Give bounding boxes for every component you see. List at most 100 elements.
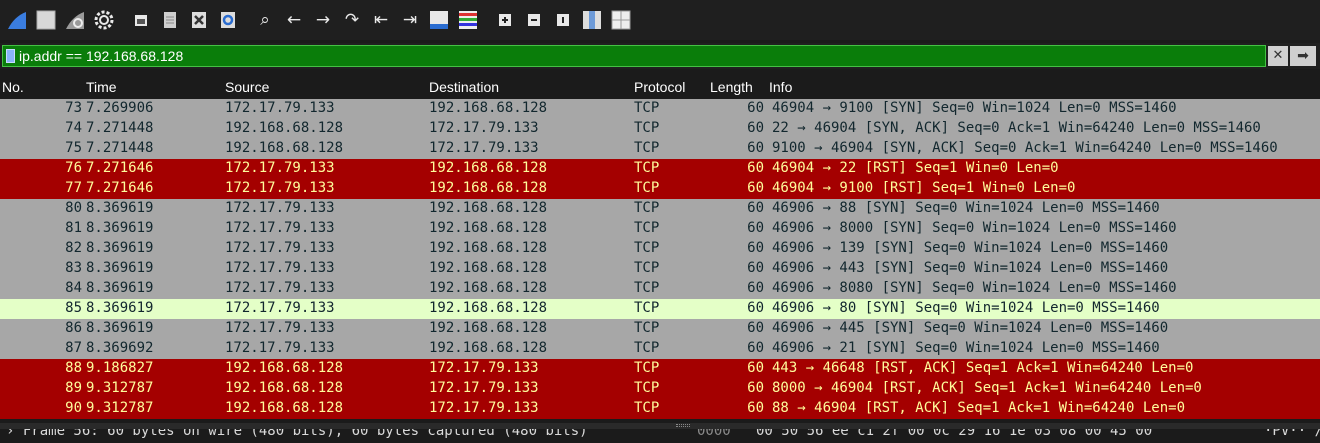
packet-time: 8.369619 [86, 320, 154, 336]
packet-row[interactable]: 87 8.369692 172.17.79.133 192.168.68.128 TCP… [0, 339, 1320, 359]
number-grid-icon[interactable] [608, 7, 634, 33]
last-packet-icon[interactable]: ⇥ [397, 7, 423, 33]
save-file-icon[interactable] [157, 7, 183, 33]
packet-row[interactable]: 83 8.369619 172.17.79.133 192.168.68.128 TCP… [0, 259, 1320, 279]
packet-row[interactable]: 84 8.369619 172.17.79.133 192.168.68.128 TCP… [0, 279, 1320, 299]
display-filter-bar: ip.addr == 192.168.68.128 ✕ ➡ [0, 43, 1320, 69]
hex-bytes[interactable]: 00 50 56 ee c1 2f 00 0c 29 16 1e 03 08 0… [756, 429, 1152, 439]
filter-value[interactable]: ip.addr == 192.168.68.128 [19, 48, 183, 64]
packet-no: 76 [65, 160, 82, 176]
packet-row[interactable]: 77 7.271646 172.17.79.133 192.168.68.128 TCP… [0, 179, 1320, 199]
packet-protocol: TCP [634, 380, 660, 396]
packet-info: 443 → 46648 [RST, ACK] Seq=1 Ack=1 Win=6… [772, 360, 1194, 376]
packet-destination: 192.168.68.128 [429, 100, 548, 116]
packet-length: 60 [747, 120, 764, 136]
column-header-source[interactable]: Source [225, 79, 269, 95]
packet-protocol: TCP [634, 340, 660, 356]
open-file-icon[interactable] [128, 7, 154, 33]
packet-protocol: TCP [634, 100, 660, 116]
jump-to-packet-icon[interactable]: ↷ [339, 7, 365, 33]
column-header-time[interactable]: Time [86, 79, 117, 95]
packet-no: 73 [65, 100, 82, 116]
normal-size-icon[interactable] [550, 7, 576, 33]
gear-icon[interactable] [91, 7, 117, 33]
packet-row[interactable]: 74 7.271448 192.168.68.128 172.17.79.133 TCP… [0, 119, 1320, 139]
packet-protocol: TCP [634, 240, 660, 256]
hex-offset: 0000 [697, 429, 731, 439]
packet-protocol: TCP [634, 160, 660, 176]
shark-fin-icon[interactable] [4, 7, 30, 33]
forward-arrow-icon[interactable]: → [310, 7, 336, 33]
packet-info: 46906 → 21 [SYN] Seq=0 Win=1024 Len=0 MS… [772, 340, 1160, 356]
zoom-in-icon[interactable] [492, 7, 518, 33]
packet-row[interactable]: 73 7.269906 172.17.79.133 192.168.68.128 TCP… [0, 99, 1320, 119]
packet-length: 60 [747, 320, 764, 336]
resize-columns-icon[interactable] [579, 7, 605, 33]
packet-source: 172.17.79.133 [225, 240, 335, 256]
back-arrow-icon[interactable]: ← [281, 7, 307, 33]
splitter-grip-icon[interactable] [676, 424, 690, 427]
packet-row[interactable]: 88 9.186827 192.168.68.128 172.17.79.133 TCP… [0, 359, 1320, 379]
column-header-no[interactable]: No. [2, 79, 24, 95]
packet-protocol: TCP [634, 300, 660, 316]
packet-row[interactable]: 89 9.312787 192.168.68.128 172.17.79.133 TCP… [0, 379, 1320, 399]
packet-protocol: TCP [634, 400, 660, 416]
packet-destination: 192.168.68.128 [429, 320, 548, 336]
reload-icon[interactable] [215, 7, 241, 33]
colorize-icon[interactable] [455, 7, 481, 33]
search-icon[interactable]: ⌕ [252, 7, 278, 33]
column-header-info[interactable]: Info [769, 79, 792, 95]
frame-summary[interactable]: › Frame 56: 60 bytes on wire (480 bits),… [6, 429, 588, 439]
packet-info: 46904 → 9100 [SYN] Seq=0 Win=1024 Len=0 … [772, 100, 1177, 116]
stop-square-icon[interactable] [33, 7, 59, 33]
ascii-bytes[interactable]: ·PV·· / [1264, 429, 1320, 439]
packet-time: 8.369619 [86, 260, 154, 276]
packet-info: 46906 → 8080 [SYN] Seq=0 Win=1024 Len=0 … [772, 280, 1177, 296]
packet-row[interactable]: 86 8.369619 172.17.79.133 192.168.68.128 TCP… [0, 319, 1320, 339]
packet-no: 81 [65, 220, 82, 236]
packet-destination: 172.17.79.133 [429, 400, 539, 416]
packet-source: 172.17.79.133 [225, 100, 335, 116]
packet-info: 9100 → 46904 [SYN, ACK] Seq=0 Ack=1 Win=… [772, 140, 1278, 156]
packet-destination: 192.168.68.128 [429, 220, 548, 236]
packet-no: 88 [65, 360, 82, 376]
packet-protocol: TCP [634, 120, 660, 136]
packet-row[interactable]: 90 9.312787 192.168.68.128 172.17.79.133 TCP… [0, 399, 1320, 419]
column-header-destination[interactable]: Destination [429, 79, 499, 95]
packet-row[interactable]: 80 8.369619 172.17.79.133 192.168.68.128 TCP… [0, 199, 1320, 219]
packet-length: 60 [747, 160, 764, 176]
restart-fin-icon[interactable] [62, 7, 88, 33]
packet-time: 7.271646 [86, 160, 154, 176]
packet-row[interactable]: 75 7.271448 192.168.68.128 172.17.79.133 TCP… [0, 139, 1320, 159]
column-header-protocol[interactable]: Protocol [634, 79, 685, 95]
packet-info: 46906 → 80 [SYN] Seq=0 Win=1024 Len=0 MS… [772, 300, 1160, 316]
filter-bookmark-icon[interactable] [6, 49, 15, 63]
packet-info: 8000 → 46904 [RST, ACK] Seq=1 Ack=1 Win=… [772, 380, 1202, 396]
packet-row[interactable]: 76 7.271646 172.17.79.133 192.168.68.128 TCP… [0, 159, 1320, 179]
packet-time: 7.269906 [86, 100, 154, 116]
close-file-icon[interactable] [186, 7, 212, 33]
display-filter-input[interactable]: ip.addr == 192.168.68.128 [2, 45, 1266, 67]
packet-list-header: No. Time Source Destination Protocol Len… [0, 78, 1320, 98]
packet-source: 172.17.79.133 [225, 300, 335, 316]
packet-no: 84 [65, 280, 82, 296]
zoom-out-icon[interactable] [521, 7, 547, 33]
clear-filter-icon[interactable]: ✕ [1268, 46, 1288, 66]
packet-row[interactable]: 82 8.369619 172.17.79.133 192.168.68.128 TCP… [0, 239, 1320, 259]
packet-source: 192.168.68.128 [225, 140, 344, 156]
apply-filter-arrow-icon[interactable]: ➡ [1290, 46, 1316, 66]
autoscroll-icon[interactable] [426, 7, 452, 33]
packet-length: 60 [747, 360, 764, 376]
packet-row-selected[interactable]: 85 8.369619 172.17.79.133 192.168.68.128 TCP… [0, 299, 1320, 319]
packet-source: 172.17.79.133 [225, 160, 335, 176]
column-header-length[interactable]: Length [710, 79, 753, 95]
packet-time: 8.369619 [86, 220, 154, 236]
packet-no: 89 [65, 380, 82, 396]
packet-destination: 172.17.79.133 [429, 380, 539, 396]
packet-time: 9.186827 [86, 360, 154, 376]
first-packet-icon[interactable]: ⇤ [368, 7, 394, 33]
packet-info: 46906 → 445 [SYN] Seq=0 Win=1024 Len=0 M… [772, 320, 1169, 336]
packet-destination: 192.168.68.128 [429, 260, 548, 276]
packet-source: 172.17.79.133 [225, 220, 335, 236]
packet-row[interactable]: 81 8.369619 172.17.79.133 192.168.68.128 TCP… [0, 219, 1320, 239]
